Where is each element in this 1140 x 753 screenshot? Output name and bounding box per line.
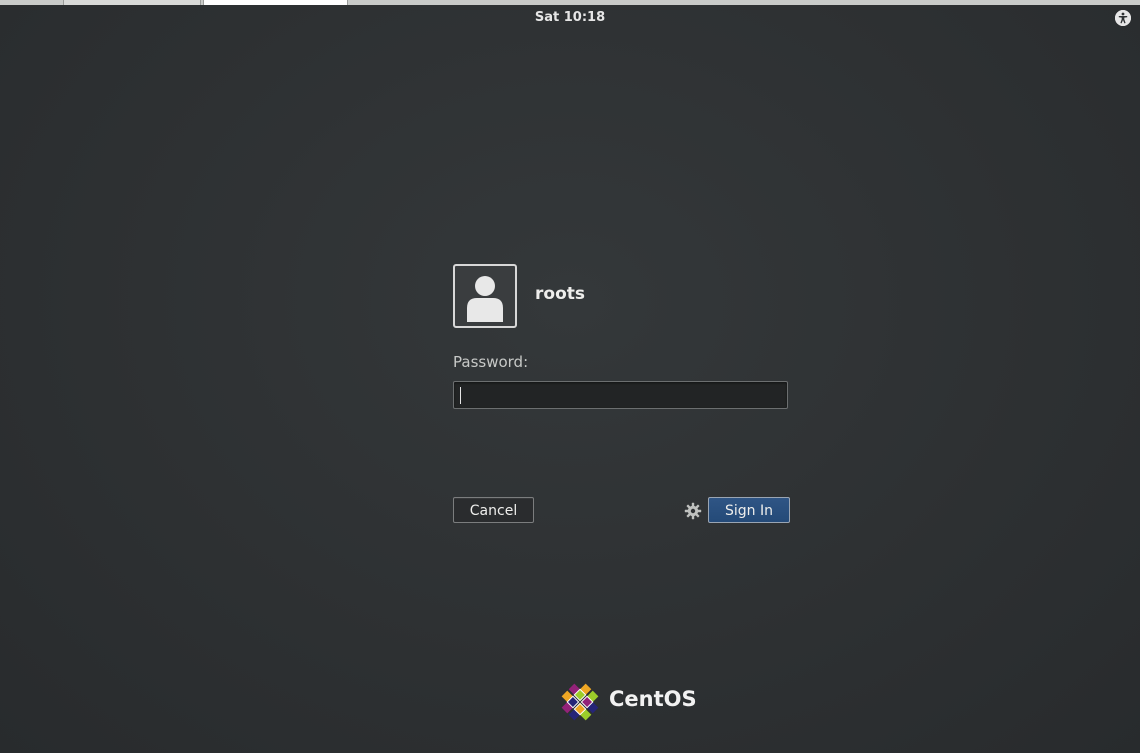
- text-caret: [460, 387, 461, 404]
- login-dialog: roots Password: Cancel Sign In: [453, 264, 790, 523]
- password-label: Password:: [453, 353, 529, 371]
- top-bar: Sat 10:18: [0, 5, 1140, 31]
- centos-logo-icon: [558, 680, 602, 724]
- sign-in-button[interactable]: Sign In: [708, 497, 790, 523]
- password-input[interactable]: [453, 381, 788, 409]
- login-screen: Sat 10:18 roots Password: Cancel Sign In…: [0, 0, 1140, 753]
- accessibility-icon[interactable]: [1115, 10, 1131, 26]
- cancel-button[interactable]: Cancel: [453, 497, 534, 523]
- username: roots: [535, 284, 585, 304]
- gear-icon[interactable]: [684, 502, 702, 520]
- centos-logo-text: CentOS: [609, 687, 697, 711]
- user-row: roots: [453, 264, 790, 328]
- clock[interactable]: Sat 10:18: [0, 10, 1140, 25]
- user-avatar-icon: [453, 264, 517, 328]
